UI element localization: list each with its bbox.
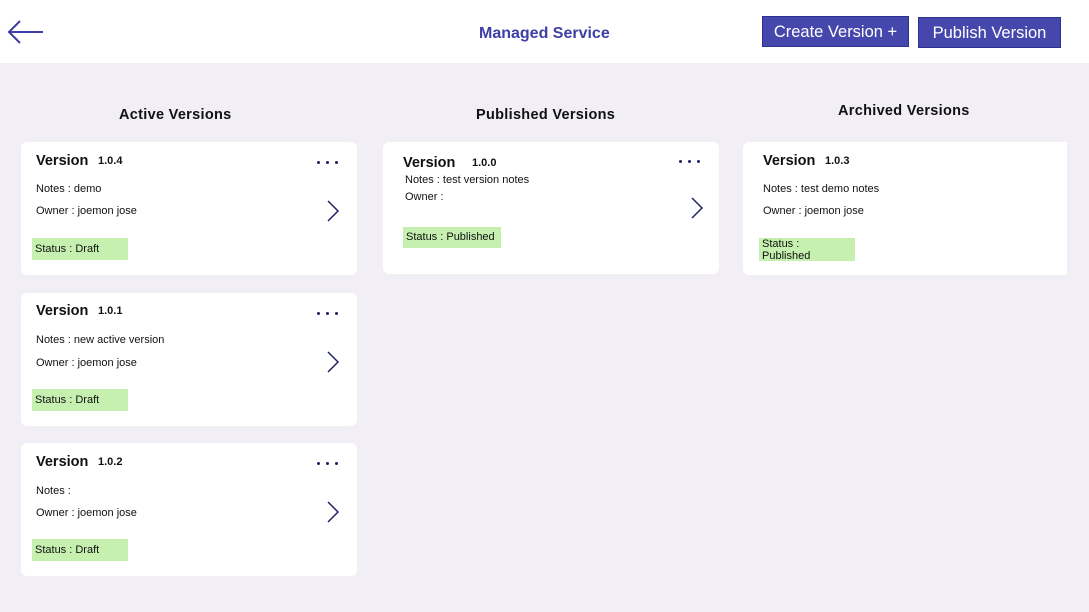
version-number: 1.0.0 xyxy=(472,157,497,169)
more-options-icon[interactable] xyxy=(316,457,342,471)
version-number: 1.0.2 xyxy=(98,456,123,468)
notes-text: Notes : test demo notes xyxy=(763,183,880,195)
top-bar: Managed Service Create Version + Publish… xyxy=(0,0,1089,63)
chevron-right-icon[interactable] xyxy=(326,500,340,524)
owner-text: Owner : joemon jose xyxy=(763,205,864,217)
create-version-button[interactable]: Create Version + xyxy=(762,16,909,47)
status-value: Published xyxy=(762,250,811,262)
version-label: Version xyxy=(36,454,89,470)
status-badge: Status : Published xyxy=(403,227,501,248)
more-options-icon[interactable] xyxy=(678,155,704,169)
notes-text: Notes : xyxy=(36,485,71,497)
owner-text: Owner : joemon jose xyxy=(36,205,137,217)
owner-text: Owner : xyxy=(405,191,444,203)
version-card-1-0-4[interactable]: Version 1.0.4 Notes : demo Owner : joemo… xyxy=(21,142,357,275)
version-card-1-0-2[interactable]: Version 1.0.2 Notes : Owner : joemon jos… xyxy=(21,443,357,576)
owner-text: Owner : joemon jose xyxy=(36,357,137,369)
back-arrow-icon[interactable] xyxy=(6,18,46,48)
owner-text: Owner : joemon jose xyxy=(36,507,137,519)
status-badge: Status : Draft xyxy=(32,389,128,411)
version-label: Version xyxy=(36,303,89,319)
more-options-icon[interactable] xyxy=(316,307,342,321)
status-badge: Status : Draft xyxy=(32,539,128,561)
notes-text: Notes : test version notes xyxy=(405,174,530,186)
status-badge: Status : Draft xyxy=(32,238,128,260)
version-number: 1.0.1 xyxy=(98,305,123,317)
status-label: Status : xyxy=(762,238,800,250)
version-card-1-0-3[interactable]: Version 1.0.3 Notes : test demo notes Ow… xyxy=(743,142,1067,275)
version-card-1-0-0[interactable]: Version 1.0.0 Notes : test version notes… xyxy=(383,142,719,274)
notes-text: Notes : demo xyxy=(36,183,102,195)
version-label: Version xyxy=(403,155,456,171)
version-label: Version xyxy=(36,153,89,169)
version-number: 1.0.4 xyxy=(98,155,123,167)
page-title: Managed Service xyxy=(479,25,610,42)
active-versions-heading: Active Versions xyxy=(119,107,232,123)
chevron-right-icon[interactable] xyxy=(326,350,340,374)
version-label: Version xyxy=(763,153,816,169)
publish-version-button[interactable]: Publish Version xyxy=(918,17,1061,48)
archived-versions-heading: Archived Versions xyxy=(838,103,970,119)
notes-text: Notes : new active version xyxy=(36,334,165,346)
version-card-1-0-1[interactable]: Version 1.0.1 Notes : new active version… xyxy=(21,293,357,426)
chevron-right-icon[interactable] xyxy=(326,199,340,223)
more-options-icon[interactable] xyxy=(316,156,342,170)
published-versions-heading: Published Versions xyxy=(476,107,616,123)
status-badge: Status : Published xyxy=(759,238,855,262)
version-number: 1.0.3 xyxy=(825,155,850,167)
chevron-right-icon[interactable] xyxy=(690,196,704,220)
